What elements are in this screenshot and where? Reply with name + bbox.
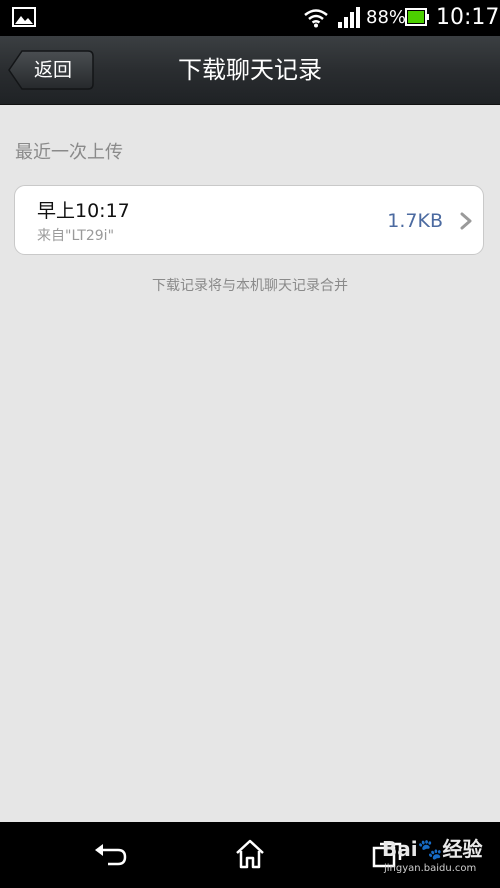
title-bar: 返回 下载聊天记录 <box>0 36 500 105</box>
chevron-right-icon <box>460 212 472 230</box>
section-label: 最近一次上传 <box>15 142 123 163</box>
watermark-text: Bai🐾经验 <box>382 837 483 861</box>
gallery-icon <box>12 7 36 27</box>
record-size: 1.7KB <box>387 210 443 232</box>
wifi-icon <box>304 9 328 28</box>
baidu-jingyan-watermark: Bai🐾经验 jingyan.baidu.com <box>382 836 494 880</box>
battery-icon <box>405 8 429 26</box>
upload-record-item[interactable]: 早上10:17 来自"LT29i" 1.7KB <box>14 185 484 255</box>
watermark-subtext: jingyan.baidu.com <box>384 863 477 874</box>
status-bar: 88% 10:17 <box>0 0 500 36</box>
record-source: 来自"LT29i" <box>37 228 115 244</box>
nav-back-icon[interactable] <box>94 842 128 868</box>
back-button[interactable]: 返回 <box>8 50 94 90</box>
nav-bar: Bai🐾经验 jingyan.baidu.com <box>0 822 500 888</box>
record-time: 早上10:17 <box>37 200 130 222</box>
battery-percent: 88% <box>366 7 407 28</box>
status-clock: 10:17 <box>436 5 500 30</box>
merge-note: 下载记录将与本机聊天记录合并 <box>152 278 348 294</box>
back-button-label: 返回 <box>34 59 73 81</box>
signal-icon <box>338 7 360 28</box>
nav-home-icon[interactable] <box>234 839 266 869</box>
